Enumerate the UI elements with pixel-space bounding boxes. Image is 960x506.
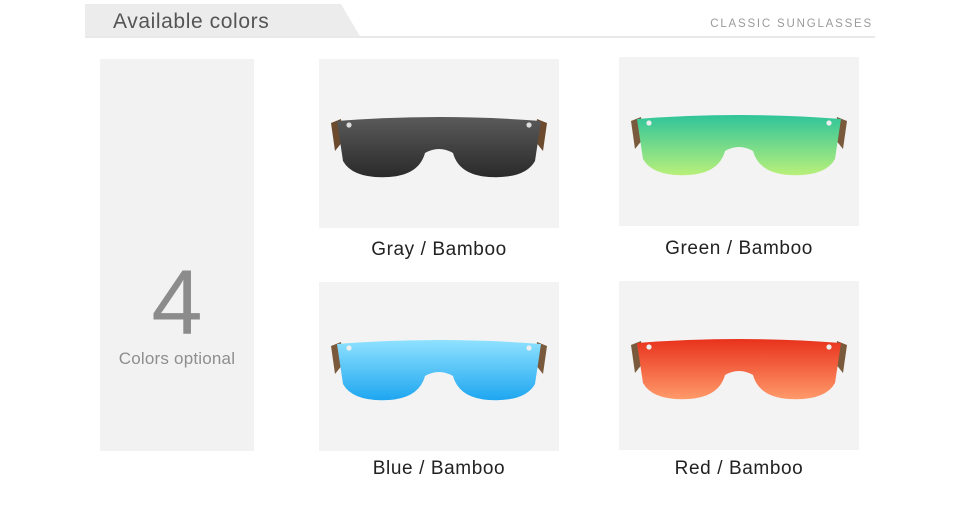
product-label-gray: Gray / Bamboo: [371, 239, 507, 260]
color-count-panel: 4 Colors optional: [100, 59, 254, 451]
color-count-number: 4: [151, 252, 203, 354]
product-image-gray[interactable]: [319, 59, 559, 228]
sunglasses-icon: [331, 117, 547, 178]
product-image-red[interactable]: [619, 281, 859, 450]
page-title: Available colors: [113, 10, 270, 33]
sunglasses-icon: [331, 340, 547, 401]
sunglasses-icon: [631, 339, 847, 400]
header-divider: [85, 36, 875, 38]
product-label-green: Green / Bamboo: [665, 238, 813, 259]
header-tab: Available colors: [85, 4, 361, 38]
product-image-green[interactable]: [619, 57, 859, 226]
product-image-blue[interactable]: [319, 282, 559, 451]
product-label-red: Red / Bamboo: [674, 458, 804, 479]
color-count-label: Colors optional: [118, 349, 236, 368]
product-label-blue: Blue / Bamboo: [372, 458, 506, 479]
sunglasses-icon: [631, 115, 847, 176]
header-subtitle: CLASSIC SUNGLASSES: [710, 18, 873, 30]
